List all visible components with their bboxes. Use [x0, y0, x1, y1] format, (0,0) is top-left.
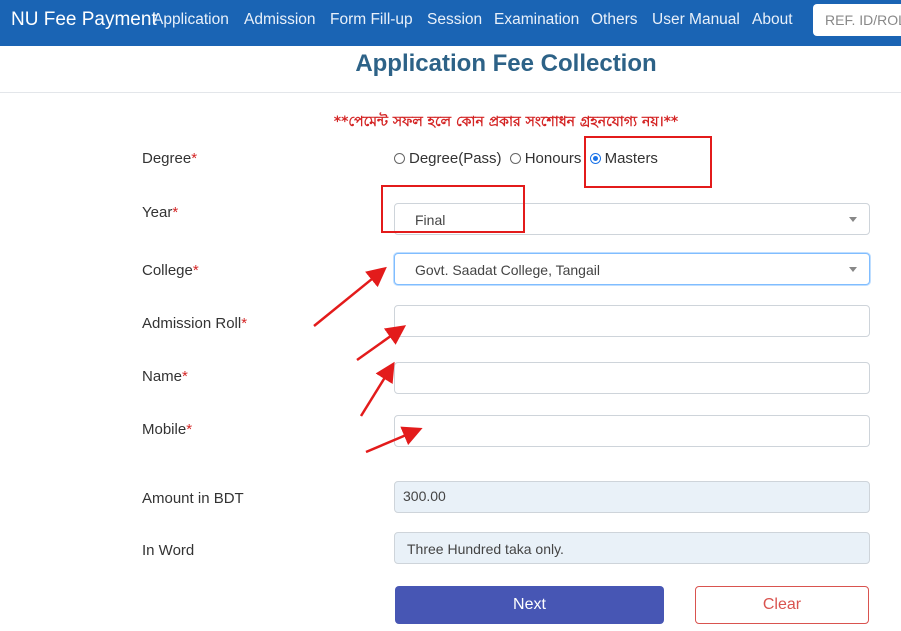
annotation-arrow — [313, 266, 387, 327]
annotation-arrows — [313, 266, 423, 454]
annotation-arrow — [365, 426, 423, 454]
annotation-arrow — [356, 325, 407, 362]
annotation-arrow — [359, 361, 395, 417]
